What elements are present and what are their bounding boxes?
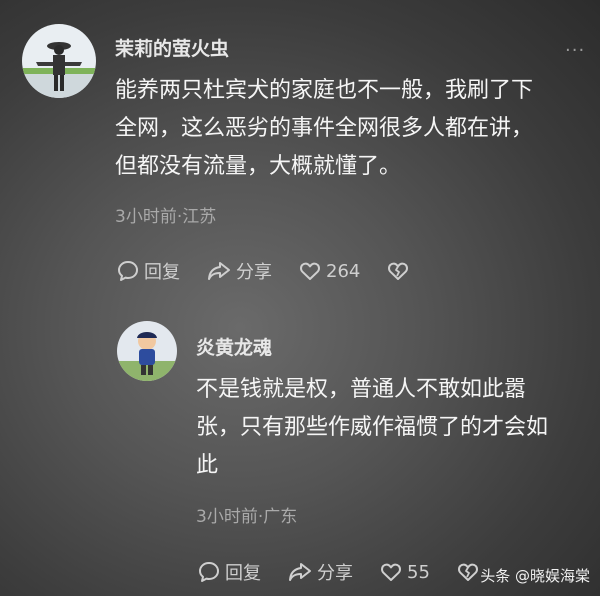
- comment-bubble-icon: [199, 562, 219, 582]
- comment-meta: 3小时前·广东: [196, 507, 298, 527]
- share-button[interactable]: 分享: [287, 559, 353, 585]
- share-arrow-icon: [208, 262, 230, 280]
- comment-line: 此: [196, 453, 219, 478]
- like-count: 55: [407, 561, 430, 583]
- comment-bubble-icon: [118, 261, 138, 281]
- reply-button[interactable]: 回复: [116, 258, 180, 284]
- avatar[interactable]: [117, 321, 177, 381]
- share-button[interactable]: 分享: [206, 258, 272, 284]
- share-label: 分享: [317, 563, 353, 584]
- comment-text: 能养两只杜宾犬的家庭也不一般，我刷了下 全网，这么恶劣的事件全网很多人都在讲， …: [115, 72, 533, 186]
- heart-icon: [381, 563, 401, 581]
- reply-button[interactable]: 回复: [197, 559, 261, 585]
- comment-meta: 3小时前·江苏: [115, 207, 217, 227]
- comment-line: 张，只有那些作威作福惯了的才会如: [196, 415, 549, 440]
- comment-line: 但都没有流量，大概就懂了。: [115, 154, 402, 179]
- more-dots-icon[interactable]: ···: [565, 40, 585, 61]
- reply-label: 回复: [144, 262, 180, 283]
- like-count: 264: [326, 260, 361, 282]
- broken-heart-icon: [388, 262, 409, 280]
- username[interactable]: 茉莉的萤火虫: [115, 34, 229, 61]
- broken-heart-icon: [457, 563, 478, 581]
- dislike-button[interactable]: [386, 259, 414, 283]
- like-button[interactable]: 55: [379, 560, 430, 584]
- share-arrow-icon: [289, 563, 311, 581]
- like-button[interactable]: 264: [298, 259, 360, 283]
- comment-actions: 回复 分享 55: [197, 559, 510, 585]
- share-label: 分享: [236, 262, 272, 283]
- username[interactable]: 炎黄龙魂: [196, 333, 272, 360]
- reply-label: 回复: [225, 563, 261, 584]
- watermark: 头条 @晓娱海棠: [480, 567, 590, 585]
- comment-text: 不是钱就是权，普通人不敢如此嚣 张，只有那些作威作福惯了的才会如 此: [196, 371, 548, 485]
- heart-icon: [300, 262, 320, 280]
- comment-actions: 回复 分享 264: [116, 258, 440, 284]
- avatar[interactable]: [22, 24, 96, 98]
- comment-line: 不是钱就是权，普通人不敢如此嚣: [196, 377, 527, 402]
- comment-line: 能养两只杜宾犬的家庭也不一般，我刷了下: [115, 78, 534, 103]
- comment-line: 全网，这么恶劣的事件全网很多人都在讲，: [115, 116, 534, 141]
